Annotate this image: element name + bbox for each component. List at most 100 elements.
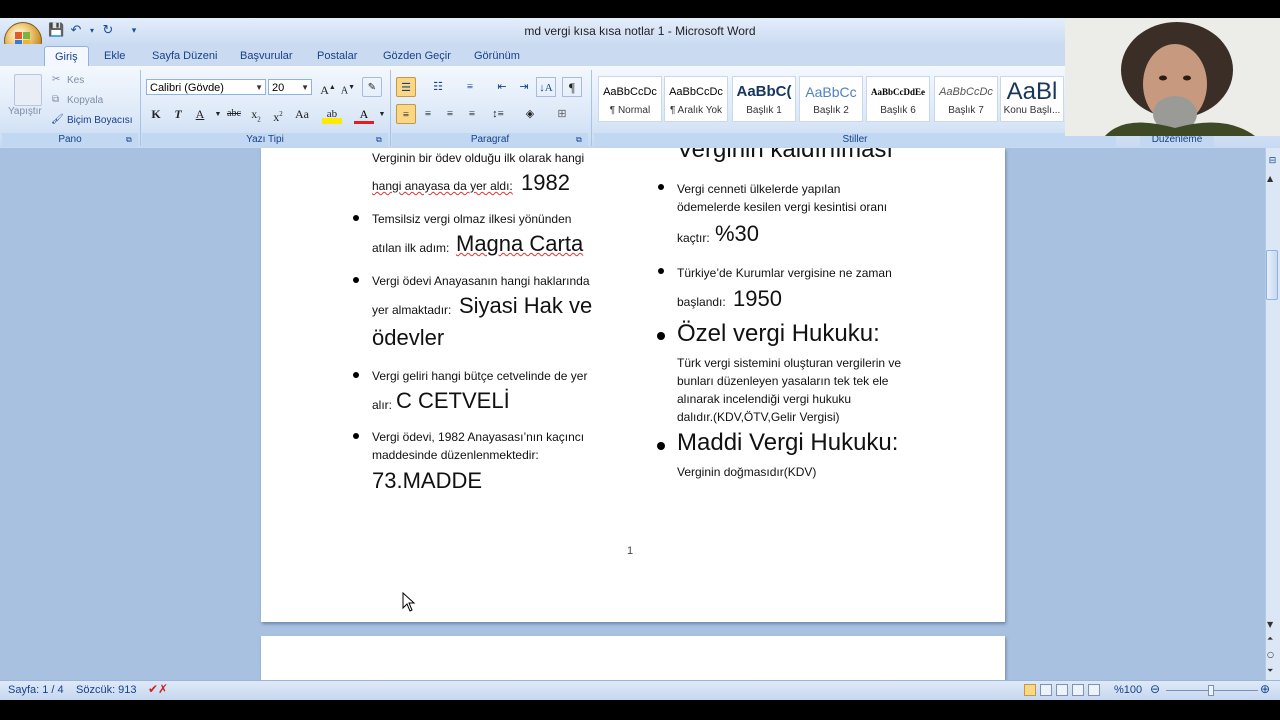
shrink-font-icon[interactable]: A▼ xyxy=(338,77,358,97)
browse-object-icon[interactable]: ○ xyxy=(1267,650,1274,659)
justify-icon[interactable]: ≡ xyxy=(462,104,482,124)
previous-page-icon[interactable]: ⏶ xyxy=(1267,634,1273,644)
scroll-up-icon[interactable]: ▲ xyxy=(1267,174,1273,183)
cut-button[interactable]: Kes xyxy=(67,75,84,86)
list-item-text: Temsilsiz vergi olmaz ilkesi yönünden xyxy=(372,212,572,226)
paragraph-line: dalıdır.(KDV,ÖTV,Gelir Vergisi) xyxy=(677,410,840,424)
page-count[interactable]: Sayfa: 1 / 4 xyxy=(8,684,64,696)
superscript-icon[interactable]: x2 xyxy=(268,104,288,124)
style-preview: AaBbCcDdEe xyxy=(870,87,925,97)
bullet-icon xyxy=(353,277,359,283)
zoom-in-icon[interactable]: ⊕ xyxy=(1260,682,1270,696)
dialog-launcher-icon[interactable]: ⧉ xyxy=(126,135,132,145)
tab-postalar[interactable]: Postalar xyxy=(307,46,367,66)
copy-button[interactable]: Kopyala xyxy=(67,95,103,106)
decrease-indent-icon[interactable]: ⇤ xyxy=(492,77,512,97)
style-baslik-6[interactable]: AaBbCcDdEe Başlık 6 xyxy=(866,76,930,122)
answer-text: ödevler xyxy=(372,325,445,350)
scissors-icon[interactable]: ✂ xyxy=(52,74,60,85)
underline-icon[interactable]: A xyxy=(190,104,210,124)
font-group-label: Yazı Tipi xyxy=(142,133,388,147)
tab-ekle[interactable]: Ekle xyxy=(94,46,135,66)
word-count[interactable]: Sözcük: 913 xyxy=(76,684,137,696)
paste-icon[interactable] xyxy=(14,74,42,106)
paintbrush-icon[interactable]: 🖌 xyxy=(51,114,64,125)
sort-icon[interactable]: ↓A xyxy=(536,77,556,97)
scrollbar-thumb[interactable] xyxy=(1266,250,1278,300)
font-name-value: Calibri (Gövde) xyxy=(150,82,224,94)
style-name: Başlık 6 xyxy=(880,105,916,116)
style-name: Başlık 2 xyxy=(813,105,849,116)
style-name: Başlık 7 xyxy=(948,105,984,116)
font-size-select[interactable]: 20 ▼ xyxy=(268,79,312,95)
italic-icon[interactable]: T xyxy=(168,104,188,124)
document-page-next[interactable] xyxy=(261,636,1005,686)
clear-formatting-icon[interactable]: ✎ xyxy=(362,77,382,97)
customize-toolbar-icon[interactable]: ▾ xyxy=(126,23,142,39)
numbering-icon[interactable]: ☷ xyxy=(428,77,448,97)
line-spacing-icon[interactable]: ↕≡ xyxy=(488,104,508,124)
answer-text: %30 xyxy=(715,221,760,246)
zoom-level[interactable]: %100 xyxy=(1114,684,1142,696)
ruler-toggle-icon[interactable]: ⊟ xyxy=(1267,156,1278,167)
style-normal[interactable]: AaBbCcDc ¶ Normal xyxy=(598,76,662,122)
format-painter-button[interactable]: Biçim Boyacısı xyxy=(67,115,133,126)
paste-button[interactable]: Yapıştır xyxy=(8,106,42,117)
print-layout-icon[interactable] xyxy=(1024,684,1036,696)
undo-icon[interactable]: ↶ xyxy=(68,23,84,39)
tab-giris[interactable]: Giriş xyxy=(44,46,89,67)
strikethrough-icon[interactable]: abc xyxy=(224,104,244,124)
shading-icon[interactable]: ◈ xyxy=(520,104,540,124)
chevron-down-icon[interactable]: ▼ xyxy=(372,104,392,124)
subscript-icon[interactable]: x2 xyxy=(246,104,266,124)
redo-icon[interactable]: ↻ xyxy=(100,23,116,39)
dialog-launcher-icon[interactable]: ⧉ xyxy=(376,135,382,145)
copy-icon[interactable]: ⧉ xyxy=(52,94,59,105)
tab-gozden-gecir[interactable]: Gözden Geçir xyxy=(373,46,461,66)
multilevel-list-icon[interactable]: ≡ xyxy=(460,77,480,97)
grow-font-icon[interactable]: A▲ xyxy=(318,77,338,97)
bold-icon[interactable]: K xyxy=(146,104,166,124)
zoom-out-icon[interactable]: ⊖ xyxy=(1150,682,1160,696)
style-baslik-2[interactable]: AaBbCc Başlık 2 xyxy=(799,76,863,122)
align-right-icon[interactable]: ≡ xyxy=(440,104,460,124)
font-color-icon[interactable]: A xyxy=(354,104,374,124)
cut-heading: Verginin kaldırılması xyxy=(677,148,894,163)
answer-text: 1982 xyxy=(521,170,570,195)
align-center-icon[interactable]: ≡ xyxy=(418,104,438,124)
increase-indent-icon[interactable]: ⇥ xyxy=(514,77,534,97)
scroll-down-icon[interactable]: ▼ xyxy=(1267,620,1273,629)
style-aralik-yok[interactable]: AaBbCcDc ¶ Aralık Yok xyxy=(664,76,728,122)
font-size-value: 20 xyxy=(272,82,285,94)
align-left-icon[interactable]: ≡ xyxy=(396,104,416,124)
tab-gorunum[interactable]: Görünüm xyxy=(464,46,530,66)
list-item-text: maddesinde düzenlenmektedir: xyxy=(372,448,539,462)
style-baslik-1[interactable]: AaBbC(Başlık 1 xyxy=(732,76,796,122)
style-konu-basligi[interactable]: AaBl Konu Başlı... xyxy=(1000,76,1064,122)
highlight-icon[interactable]: ab xyxy=(322,104,342,124)
vertical-scrollbar[interactable] xyxy=(1265,148,1280,680)
style-baslik-7[interactable]: AaBbCcDc Başlık 7 xyxy=(934,76,998,122)
bullets-icon[interactable]: ☰ xyxy=(396,77,416,97)
next-page-icon[interactable]: ⏷ xyxy=(1267,666,1273,676)
tab-basvurular[interactable]: Başvurular xyxy=(230,46,303,66)
draft-icon[interactable] xyxy=(1088,684,1100,696)
proofing-icon[interactable]: ✔✗ xyxy=(148,682,168,696)
show-formatting-icon[interactable]: ¶ xyxy=(562,77,582,97)
web-layout-icon[interactable] xyxy=(1056,684,1068,696)
bottom-letterbox xyxy=(0,700,1280,720)
zoom-slider-thumb[interactable] xyxy=(1208,685,1214,696)
font-name-select[interactable]: Calibri (Gövde) ▼ xyxy=(146,79,266,95)
change-case-icon[interactable]: Aa xyxy=(292,104,312,124)
save-icon[interactable]: 💾 xyxy=(48,23,64,39)
full-screen-reading-icon[interactable] xyxy=(1040,684,1052,696)
undo-dropdown-icon[interactable]: ▾ xyxy=(84,23,100,39)
clipboard-label-text: Pano xyxy=(58,134,82,145)
dialog-launcher-icon[interactable]: ⧉ xyxy=(576,135,582,145)
style-preview: AaBbCc xyxy=(805,84,857,100)
list-item-text: hangi anayasa da yer aldı: xyxy=(372,179,513,193)
document-page[interactable]: Verginin bir ödev olduğu ilk olarak hang… xyxy=(261,148,1005,622)
outline-icon[interactable] xyxy=(1072,684,1084,696)
tab-sayfa-duzeni[interactable]: Sayfa Düzeni xyxy=(142,46,227,66)
borders-icon[interactable]: ⊞ xyxy=(552,104,572,124)
